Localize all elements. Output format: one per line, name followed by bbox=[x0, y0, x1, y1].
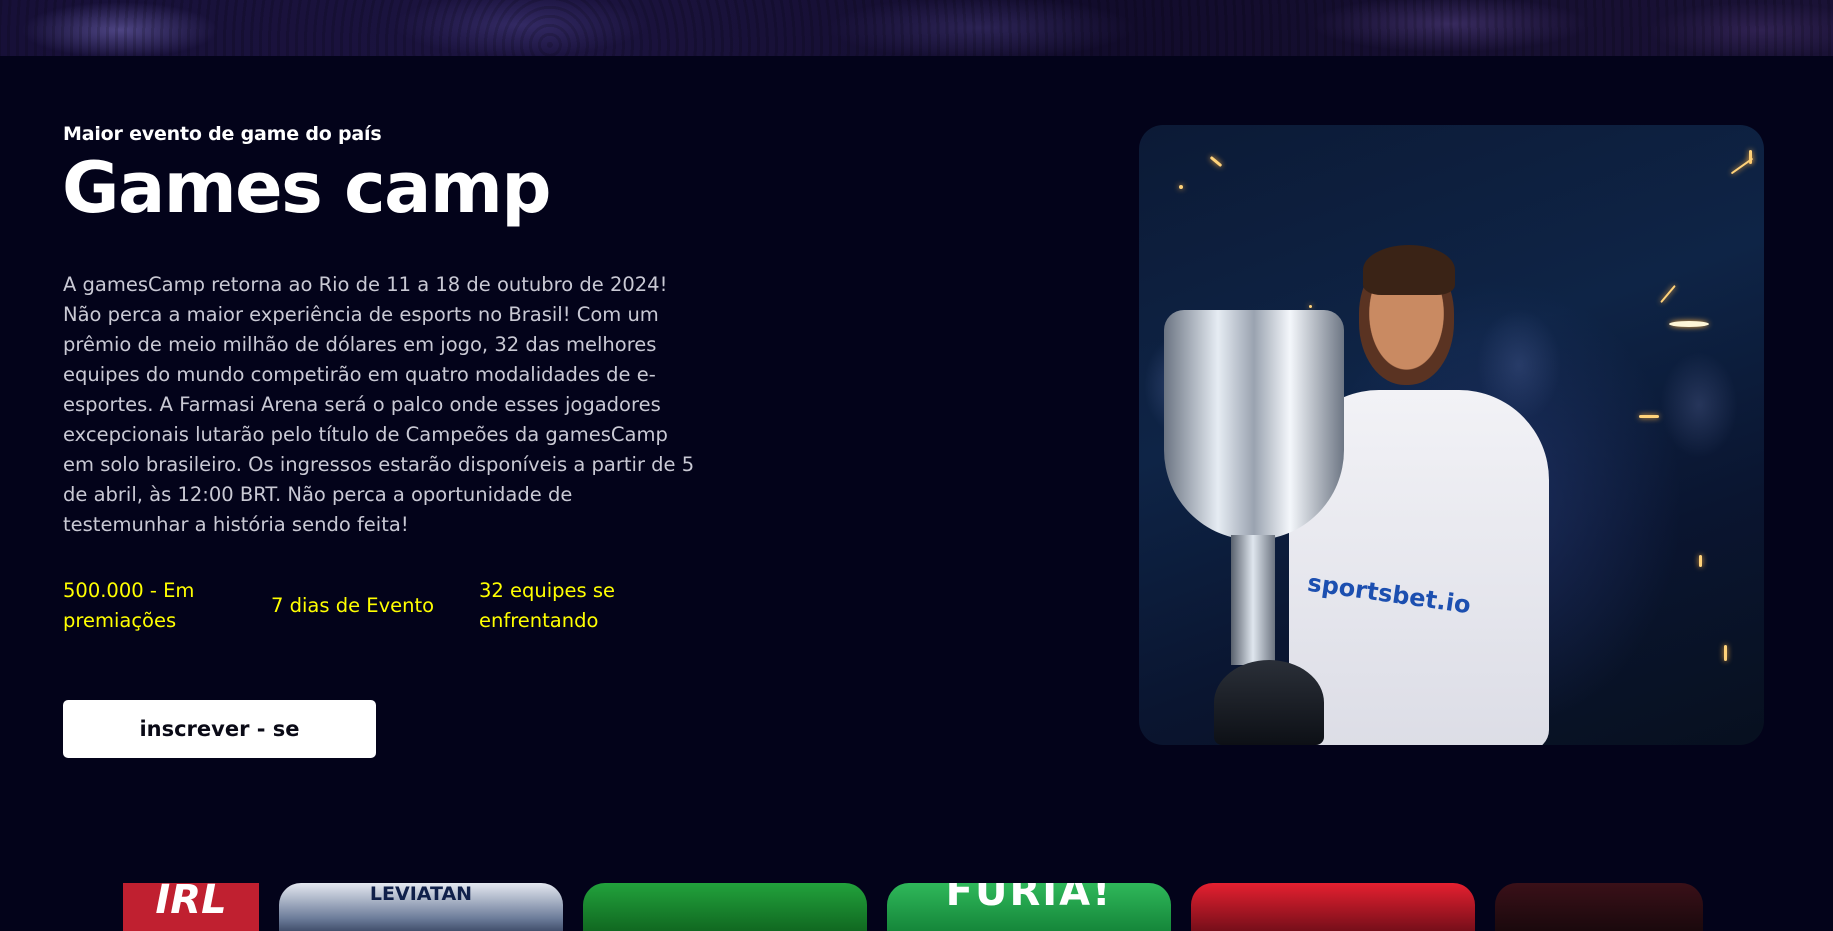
page: Maior evento de game do país Games camp … bbox=[0, 0, 1833, 931]
teams-carousel: IRL LEVIATAN FURIA! bbox=[0, 883, 1833, 931]
stat-prize: 500.000 - Em premiações bbox=[63, 579, 195, 632]
carousel-card[interactable] bbox=[1191, 883, 1475, 931]
trophy-cup bbox=[1164, 310, 1344, 540]
carousel-card[interactable]: IRL bbox=[123, 883, 259, 931]
spark bbox=[1699, 555, 1702, 567]
carousel-card[interactable]: LEVIATAN bbox=[279, 883, 563, 931]
card-label: FURIA! bbox=[945, 883, 1113, 915]
card-label: LEVIATAN bbox=[369, 883, 473, 905]
spark bbox=[1309, 305, 1312, 308]
player-hair bbox=[1363, 245, 1455, 295]
stat-days: 7 dias de Evento bbox=[271, 594, 435, 617]
carousel-card[interactable] bbox=[583, 883, 867, 931]
spark bbox=[1179, 185, 1183, 189]
page-title: Games camp bbox=[62, 147, 551, 229]
event-stats: 500.000 - Em premiações 7 dias de Evento… bbox=[63, 576, 659, 636]
carousel-card[interactable]: FURIA! bbox=[887, 883, 1171, 931]
register-button[interactable]: inscrever - se bbox=[63, 700, 376, 758]
event-eyebrow: Maior evento de game do país bbox=[63, 123, 382, 145]
spark bbox=[1639, 415, 1659, 418]
spark bbox=[1730, 157, 1754, 175]
event-description: A gamesCamp retorna ao Rio de 11 a 18 de… bbox=[63, 273, 695, 536]
card-label: IRL bbox=[155, 883, 227, 923]
spark bbox=[1209, 155, 1223, 168]
trophy-base bbox=[1214, 660, 1324, 745]
hero-crowd-banner bbox=[0, 0, 1833, 56]
champion-photo: sportsbet.io bbox=[1139, 125, 1764, 745]
spark bbox=[1669, 321, 1709, 327]
trophy-stem bbox=[1231, 535, 1275, 665]
stat-teams: 32 equipes se enfrentando bbox=[479, 579, 616, 632]
carousel-card[interactable] bbox=[1495, 883, 1703, 931]
spark bbox=[1724, 645, 1727, 661]
